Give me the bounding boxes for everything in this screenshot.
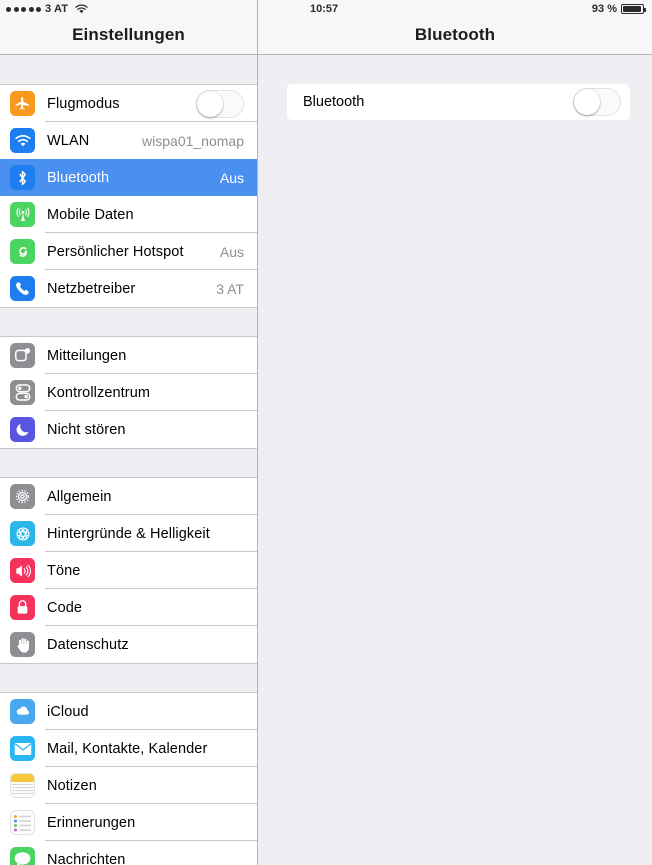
gear-icon <box>10 484 35 509</box>
sidebar-item-value: 3 AT <box>216 280 244 297</box>
settings-sidebar: Einstellungen Flugmodus WLAN wispa01_noma… <box>0 0 258 865</box>
settings-group: Allgemein Hintergründe & Helligkeit Töne… <box>0 477 257 664</box>
list-section-gap <box>0 664 257 692</box>
bluetooth-icon <box>10 165 35 190</box>
settings-group: Mitteilungen Kontrollzentrum Nicht stören <box>0 336 257 449</box>
sidebar-item-label: Nicht stören <box>47 421 126 438</box>
sidebar-item-label: Flugmodus <box>47 95 120 112</box>
sidebar-item-datenschutz[interactable]: Datenschutz <box>0 626 257 663</box>
sidebar-item-label: Netzbetreiber <box>47 280 136 297</box>
lock-icon <box>10 595 35 620</box>
settings-group: Flugmodus WLAN wispa01_nomap Bluetooth Aus … <box>0 84 257 308</box>
cellular-icon <box>10 202 35 227</box>
sidebar-title: Einstellungen <box>72 25 185 44</box>
list-section-gap <box>0 55 257 84</box>
wallpaper-icon <box>10 521 35 546</box>
notes-icon <box>10 773 35 798</box>
wifi-icon <box>10 128 35 153</box>
sidebar-item-label: WLAN <box>47 132 90 149</box>
sidebar-item-töne[interactable]: Töne <box>0 552 257 589</box>
airplane-icon <box>10 91 35 116</box>
bluetooth-toggle[interactable] <box>573 88 621 116</box>
hotspot-icon <box>10 239 35 264</box>
icloud-icon <box>10 699 35 724</box>
sidebar-item-label: Töne <box>47 562 81 579</box>
list-section-gap <box>0 308 257 336</box>
moon-icon <box>10 417 35 442</box>
sidebar-item-kontrollzentrum[interactable]: Kontrollzentrum <box>0 374 257 411</box>
sidebar-item-persönlicher-hotspot[interactable]: Persönlicher Hotspot Aus <box>0 233 257 270</box>
sidebar-item-label: Hintergründe & Helligkeit <box>47 525 210 542</box>
airplane-mode-toggle[interactable] <box>196 89 244 118</box>
phone-icon <box>10 276 35 301</box>
wifi-icon <box>75 4 88 14</box>
sidebar-item-label: Erinnerungen <box>47 814 136 831</box>
sidebar-item-notizen[interactable]: Notizen <box>0 767 257 804</box>
sidebar-item-label: Kontrollzentrum <box>47 384 151 401</box>
reminders-icon <box>10 810 35 835</box>
notifications-icon <box>10 343 35 368</box>
battery-percent-label: 93 % <box>591 3 617 15</box>
sidebar-item-label: iCloud <box>47 703 89 720</box>
status-bar-right: 93 % <box>591 3 646 15</box>
battery-icon <box>621 4 646 14</box>
sidebar-item-wlan[interactable]: WLAN wispa01_nomap <box>0 122 257 159</box>
bluetooth-toggle-row[interactable]: Bluetooth <box>287 84 630 120</box>
carrier-label: 3 AT <box>45 3 69 15</box>
ios-settings-screen: 3 AT 10:57 93 % Einstellungen Flugmodus <box>0 0 652 865</box>
sidebar-item-value: wispa01_nomap <box>142 132 244 149</box>
sidebar-item-value: Aus <box>219 169 244 186</box>
sidebar-item-label: Mail, Kontakte, Kalender <box>47 740 208 757</box>
messages-icon <box>10 847 35 865</box>
sidebar-item-mitteilungen[interactable]: Mitteilungen <box>0 337 257 374</box>
sidebar-item-label: Notizen <box>47 777 97 794</box>
bluetooth-detail-pane: Bluetooth Bluetooth <box>258 0 652 865</box>
sidebar-item-mobile-daten[interactable]: Mobile Daten <box>0 196 257 233</box>
sidebar-item-value: Aus <box>219 243 244 260</box>
sidebar-item-label: Bluetooth <box>47 169 110 186</box>
sidebar-item-mail-kontakte-kalender[interactable]: Mail, Kontakte, Kalender <box>0 730 257 767</box>
sidebar-item-allgemein[interactable]: Allgemein <box>0 478 257 515</box>
bluetooth-row-label: Bluetooth <box>303 94 365 110</box>
sidebar-item-icloud[interactable]: iCloud <box>0 693 257 730</box>
clock: 10:57 <box>310 3 339 15</box>
sidebar-item-label: Nachrichten <box>47 851 126 865</box>
sidebar-item-label: Datenschutz <box>47 636 129 653</box>
mail-icon <box>10 736 35 761</box>
sidebar-item-label: Allgemein <box>47 488 112 505</box>
sidebar-item-label: Mitteilungen <box>47 347 127 364</box>
speaker-icon <box>10 558 35 583</box>
sidebar-item-hintergründe-helligkeit[interactable]: Hintergründe & Helligkeit <box>0 515 257 552</box>
sidebar-item-flugmodus[interactable]: Flugmodus <box>0 85 257 122</box>
settings-list[interactable]: Flugmodus WLAN wispa01_nomap Bluetooth Aus … <box>0 55 257 865</box>
controlcenter-icon <box>10 380 35 405</box>
status-bar: 3 AT 10:57 93 % <box>0 0 652 20</box>
sidebar-item-erinnerungen[interactable]: Erinnerungen <box>0 804 257 841</box>
sidebar-item-label: Persönlicher Hotspot <box>47 243 184 260</box>
list-section-gap <box>0 449 257 477</box>
sidebar-item-nicht-stören[interactable]: Nicht stören <box>0 411 257 448</box>
sidebar-item-bluetooth[interactable]: Bluetooth Aus <box>0 159 257 196</box>
sidebar-item-nachrichten[interactable]: Nachrichten <box>0 841 257 865</box>
sidebar-item-label: Mobile Daten <box>47 206 134 223</box>
settings-group: iCloud Mail, Kontakte, Kalender Notizen <box>0 692 257 865</box>
sidebar-item-code[interactable]: Code <box>0 589 257 626</box>
detail-title: Bluetooth <box>414 25 496 44</box>
sidebar-item-label: Code <box>47 599 83 616</box>
hand-icon <box>10 632 35 657</box>
status-bar-left: 3 AT <box>6 3 88 15</box>
sidebar-item-netzbetreiber[interactable]: Netzbetreiber 3 AT <box>0 270 257 307</box>
signal-strength-dots <box>6 6 41 12</box>
